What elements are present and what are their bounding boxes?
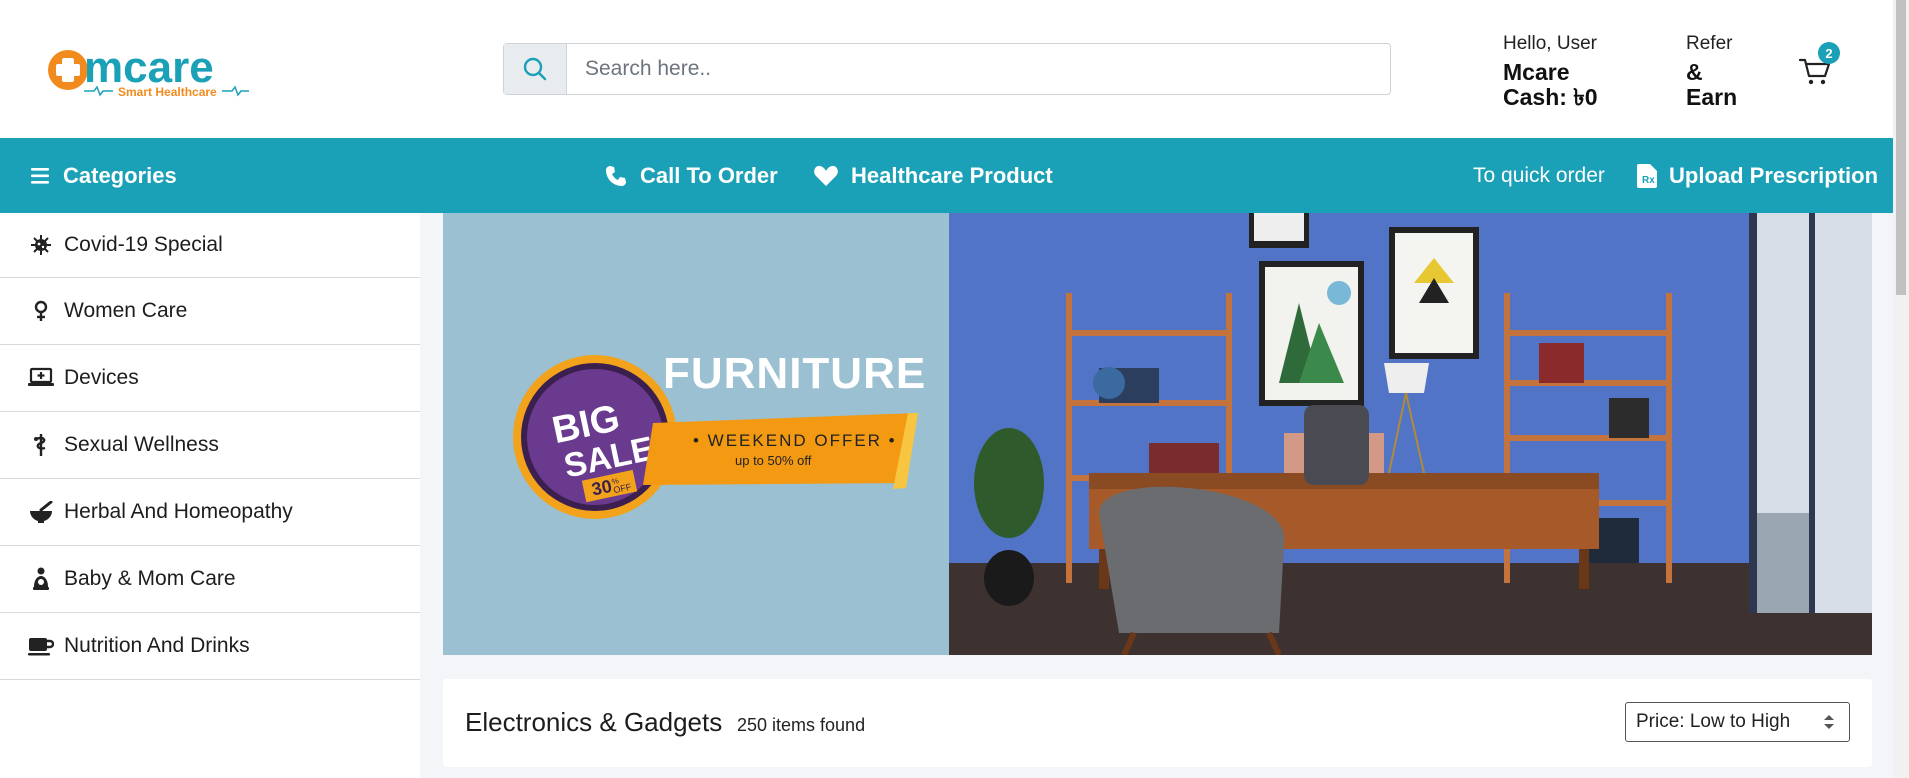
categories-label: Categories xyxy=(63,162,177,188)
quick-order-link[interactable]: To quick order xyxy=(1473,138,1605,213)
sidebar-item-covid[interactable]: Covid-19 Special xyxy=(0,213,420,278)
main-navbar: Categories Call To Order Healthcare Prod… xyxy=(0,138,1893,213)
baby-carriage-icon xyxy=(28,566,54,592)
phone-icon xyxy=(606,165,626,186)
sidebar-item-label: Baby & Mom Care xyxy=(64,567,236,590)
banner-promo-panel: BIG SALE 30 % OFF FURNITURE • WEEKEND OF… xyxy=(443,213,949,655)
sidebar-item-label: Herbal And Homeopathy xyxy=(64,500,293,523)
virus-icon xyxy=(28,232,54,258)
offer-subtext: up to 50% off xyxy=(735,453,812,468)
sidebar-item-label: Devices xyxy=(64,366,139,389)
sidebar-item-label: Nutrition And Drinks xyxy=(64,634,250,657)
page-scrollbar[interactable] xyxy=(1893,0,1909,778)
hamburger-icon xyxy=(31,167,49,184)
upload-prescription-link[interactable]: Rx Upload Prescription xyxy=(1637,138,1878,213)
staff-snake-icon xyxy=(28,432,54,458)
call-to-order-link[interactable]: Call To Order xyxy=(604,138,778,213)
product-list-header: Electronics & Gadgets 250 items found Pr… xyxy=(443,679,1872,767)
items-found-count: 250 items found xyxy=(737,715,866,735)
search-button[interactable] xyxy=(504,44,567,94)
prescription-file-icon: Rx xyxy=(1637,163,1657,188)
svg-text:Rx: Rx xyxy=(1642,175,1655,186)
account-menu[interactable]: Hello, User Mcare Cash: ৳0 xyxy=(1503,33,1613,110)
healthcare-product-link[interactable]: Healthcare Product xyxy=(813,138,1053,213)
refer-label: Refer xyxy=(1686,33,1733,54)
quick-order-label: To quick order xyxy=(1473,163,1605,187)
scrollbar-thumb[interactable] xyxy=(1896,0,1906,295)
heart-icon xyxy=(814,165,838,186)
sort-caret-icon xyxy=(1824,715,1834,729)
svg-text:Smart Healthcare: Smart Healthcare xyxy=(118,85,217,99)
sidebar-item-baby-mom[interactable]: Baby & Mom Care xyxy=(0,546,420,613)
weekend-offer-text: • WEEKEND OFFER • xyxy=(693,431,897,450)
site-header: mcare Smart Healthcare Hello, User Mcare… xyxy=(0,0,1893,138)
mortar-pestle-icon xyxy=(28,499,54,525)
sort-select[interactable]: Price: Low to High xyxy=(1625,702,1850,742)
search-icon xyxy=(523,57,547,81)
badge-percent: 30 xyxy=(590,476,614,500)
category-sidebar: Covid-19 Special Women Care Devices Sexu… xyxy=(0,213,420,778)
sort-selected-value: Price: Low to High xyxy=(1636,711,1791,732)
cart-count-badge: 2 xyxy=(1818,42,1840,64)
female-icon xyxy=(28,298,54,324)
banner-title: FURNITURE xyxy=(663,349,927,398)
sidebar-item-label: Women Care xyxy=(64,299,188,322)
sidebar-item-nutrition[interactable]: Nutrition And Drinks xyxy=(0,613,420,680)
sidebar-item-women-care[interactable]: Women Care xyxy=(0,278,420,345)
sidebar-item-sexual-wellness[interactable]: Sexual Wellness xyxy=(0,412,420,479)
mcare-logo[interactable]: mcare Smart Healthcare xyxy=(44,40,264,100)
furniture-room-image xyxy=(949,213,1872,655)
sidebar-item-label: Covid-19 Special xyxy=(64,233,223,256)
upload-prescription-label: Upload Prescription xyxy=(1669,162,1879,188)
search-input[interactable] xyxy=(567,44,1390,94)
refer-earn-link[interactable]: Refer & Earn xyxy=(1686,33,1746,110)
search-bar xyxy=(503,43,1391,95)
mcare-cash-balance: Mcare Cash: ৳0 xyxy=(1503,59,1598,110)
promo-banner[interactable]: BIG SALE 30 % OFF FURNITURE • WEEKEND OF… xyxy=(443,213,1872,655)
categories-menu-button[interactable]: Categories xyxy=(31,138,177,213)
earn-label: & Earn xyxy=(1686,59,1738,110)
mug-icon xyxy=(28,633,54,659)
call-to-order-label: Call To Order xyxy=(640,162,778,188)
sidebar-item-herbal[interactable]: Herbal And Homeopathy xyxy=(0,479,420,546)
greeting-text: Hello, User xyxy=(1503,33,1597,54)
laptop-medical-icon xyxy=(28,365,54,391)
healthcare-product-label: Healthcare Product xyxy=(851,162,1053,188)
sidebar-item-label: Sexual Wellness xyxy=(64,433,219,456)
category-title: Electronics & Gadgets xyxy=(465,707,723,737)
sidebar-item-devices[interactable]: Devices xyxy=(0,345,420,412)
